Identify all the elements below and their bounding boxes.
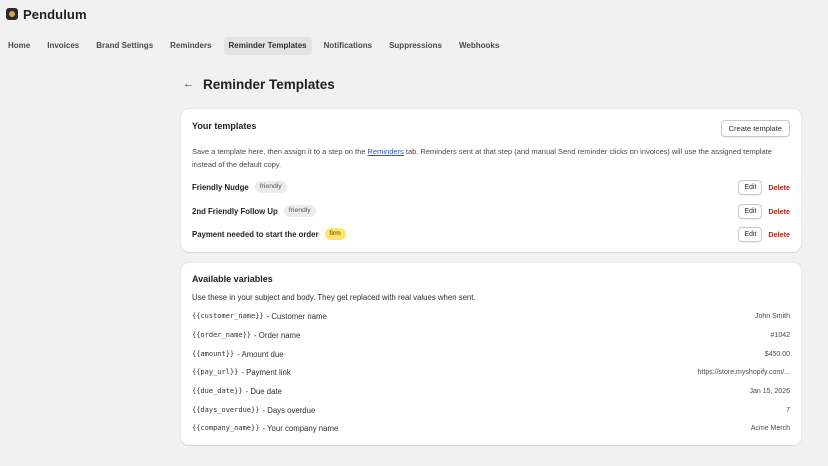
variable-row: {{customer_name}} - Customer name John S… xyxy=(192,310,790,322)
nav-reminder-templates[interactable]: Reminder Templates xyxy=(223,36,312,55)
page-title: Reminder Templates xyxy=(203,76,335,92)
templates-card-title: Your templates xyxy=(192,121,257,131)
variable-label: - Order name xyxy=(254,330,301,340)
variables-intro: Use these in your subject and body. They… xyxy=(192,293,476,302)
template-row: 2nd Friendly Follow Up friendly Edit Del… xyxy=(192,203,790,219)
top-nav: Home Invoices Brand Settings Reminders R… xyxy=(0,36,511,55)
variable-code: {{customer_name}} xyxy=(192,312,264,320)
edit-template-button[interactable]: Edit xyxy=(738,203,763,219)
variable-code: {{amount}} xyxy=(192,350,235,358)
template-tone-badge: firm xyxy=(324,228,346,240)
create-template-button[interactable]: Create template xyxy=(720,120,790,137)
nav-brand-settings[interactable]: Brand Settings xyxy=(91,37,158,55)
variables-card: Available variables Use these in your su… xyxy=(181,263,801,445)
variable-row: {{order_name}} - Order name #1042 xyxy=(192,329,790,341)
variable-label: - Customer name xyxy=(266,311,327,321)
pendulum-logo-icon xyxy=(6,8,18,20)
variable-row: {{pay_url}} - Payment link https://store… xyxy=(192,366,790,378)
variable-example: https://store.myshopify.com/... xyxy=(697,368,790,376)
delete-template-button[interactable]: Delete xyxy=(768,230,790,239)
templates-card: Your templates Create template Save a te… xyxy=(181,109,801,252)
variable-example: John Smith xyxy=(754,312,790,320)
reminders-link[interactable]: Reminders xyxy=(368,147,404,156)
variable-code: {{company_name}} xyxy=(192,424,260,432)
variable-example: #1042 xyxy=(770,331,790,339)
variable-label: - Due date xyxy=(245,386,282,396)
templates-description: Save a template here, then assign it to … xyxy=(192,145,792,171)
template-name: 2nd Friendly Follow Up xyxy=(192,206,278,216)
delete-template-button[interactable]: Delete xyxy=(768,207,790,216)
template-tone-badge: friendly xyxy=(254,181,287,193)
template-name: Payment needed to start the order xyxy=(192,229,319,239)
page-header: ← Reminder Templates xyxy=(183,74,335,94)
nav-webhooks[interactable]: Webhooks xyxy=(454,37,504,55)
template-actions: Edit Delete xyxy=(738,226,790,242)
template-tone-badge: friendly xyxy=(283,205,316,217)
template-name: Friendly Nudge xyxy=(192,182,249,192)
variable-label: - Days overdue xyxy=(262,405,316,415)
template-row: Payment needed to start the order firm E… xyxy=(192,226,790,242)
variable-code: {{days_overdue}} xyxy=(192,406,260,414)
arrow-left-icon[interactable]: ← xyxy=(183,78,194,90)
nav-suppressions[interactable]: Suppressions xyxy=(384,37,447,55)
description-text: Save a template here, then assign it to … xyxy=(192,147,368,156)
edit-template-button[interactable]: Edit xyxy=(738,226,763,242)
variable-example: 7 xyxy=(786,406,790,414)
variable-code: {{pay_url}} xyxy=(192,368,239,376)
variable-row: {{company_name}} - Your company name Acm… xyxy=(192,422,790,434)
variables-card-title: Available variables xyxy=(192,274,273,284)
nav-invoices[interactable]: Invoices xyxy=(42,37,84,55)
nav-reminders[interactable]: Reminders xyxy=(165,37,216,55)
app-header: Pendulum xyxy=(0,0,828,28)
template-row: Friendly Nudge friendly Edit Delete xyxy=(192,179,790,195)
template-actions: Edit Delete xyxy=(738,203,790,219)
variable-code: {{order_name}} xyxy=(192,331,252,339)
variable-label: - Your company name xyxy=(262,423,339,433)
variable-row: {{due_date}} - Due date Jan 15, 2026 xyxy=(192,385,790,397)
variable-example: Jan 15, 2026 xyxy=(749,387,790,395)
nav-notifications[interactable]: Notifications xyxy=(319,37,377,55)
nav-home[interactable]: Home xyxy=(3,37,35,55)
edit-template-button[interactable]: Edit xyxy=(738,179,763,195)
variable-row: {{amount}} - Amount due $450.00 xyxy=(192,348,790,360)
variable-example: Acme Merch xyxy=(750,424,790,432)
variable-row: {{days_overdue}} - Days overdue 7 xyxy=(192,404,790,416)
delete-template-button[interactable]: Delete xyxy=(768,183,790,192)
app-name: Pendulum xyxy=(23,6,87,22)
variable-example: $450.00 xyxy=(764,350,790,358)
template-actions: Edit Delete xyxy=(738,179,790,195)
variable-code: {{due_date}} xyxy=(192,387,243,395)
variable-label: - Payment link xyxy=(241,367,291,377)
variable-label: - Amount due xyxy=(237,349,284,359)
